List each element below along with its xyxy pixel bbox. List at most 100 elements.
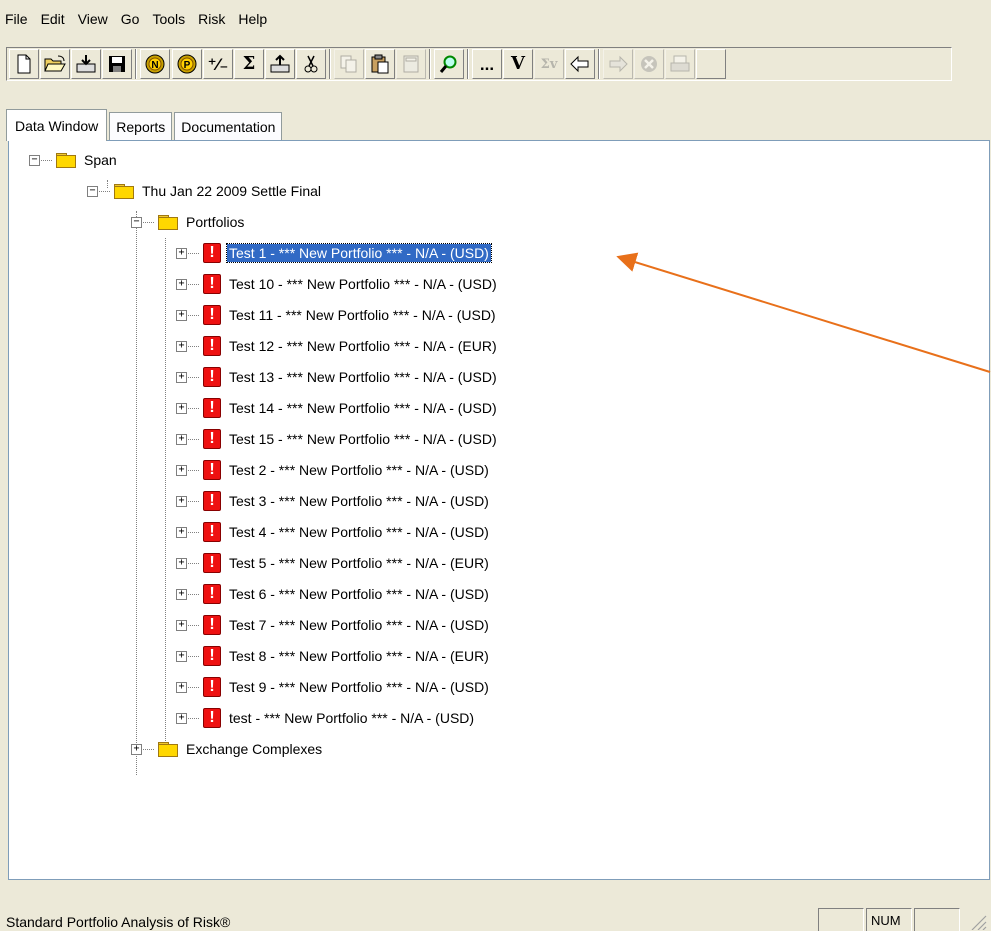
tree-node-label[interactable]: Test 3 - *** New Portfolio *** - N/A - (… (227, 492, 491, 510)
menu-tools[interactable]: Tools (146, 11, 192, 27)
tree-node-label[interactable]: test - *** New Portfolio *** - N/A - (US… (227, 709, 476, 727)
menu-risk[interactable]: Risk (192, 11, 232, 27)
expand-icon[interactable]: + (176, 526, 187, 538)
tree-node-portfolio[interactable]: +! Test 6 - *** New Portfolio *** - N/A -… (176, 583, 491, 605)
tree-node-label[interactable]: Test 6 - *** New Portfolio *** - N/A - (… (227, 585, 491, 603)
expand-icon[interactable]: + (176, 340, 187, 352)
tree-node-label[interactable]: Test 12 - *** New Portfolio *** - N/A - … (227, 337, 499, 355)
cut-button[interactable] (296, 49, 326, 79)
stop-icon (641, 56, 657, 72)
tree-node-settlement[interactable]: − Thu Jan 22 2009 Settle Final (87, 180, 323, 202)
tab-data-window[interactable]: Data Window (6, 109, 108, 141)
resize-grip-icon[interactable] (970, 914, 988, 930)
tree-node-portfolio[interactable]: +! Test 13 - *** New Portfolio *** - N/A … (176, 366, 499, 388)
tree-node-label[interactable]: Portfolios (184, 213, 246, 231)
tree-connector (188, 624, 199, 626)
tree-node-span[interactable]: − Span (29, 149, 119, 171)
tree-view[interactable]: − Span − Thu Jan 22 2009 Settle Final − Portf… (8, 140, 990, 880)
folder-icon (114, 184, 134, 199)
paste-button[interactable] (365, 49, 395, 79)
stop-button[interactable] (634, 49, 664, 79)
expand-icon[interactable]: + (176, 712, 187, 724)
search-button[interactable] (434, 49, 464, 79)
tree-node-portfolio[interactable]: +! Test 9 - *** New Portfolio *** - N/A -… (176, 676, 491, 698)
tree-node-label[interactable]: Test 13 - *** New Portfolio *** - N/A - … (227, 368, 499, 386)
n-coin-button[interactable]: N (140, 49, 170, 79)
sigma-button[interactable]: Σ (234, 49, 264, 79)
v-button[interactable]: V (503, 49, 533, 79)
tree-node-label-selected[interactable]: Test 1 - *** New Portfolio *** - N/A - (… (226, 243, 492, 263)
menu-go[interactable]: Go (115, 11, 147, 27)
ellipsis-button[interactable]: ... (472, 49, 502, 79)
tree-node-portfolio[interactable]: +! Test 1 - *** New Portfolio *** - N/A -… (176, 242, 492, 264)
tree-node-label[interactable]: Test 4 - *** New Portfolio *** - N/A - (… (227, 523, 491, 541)
tree-connector (188, 283, 199, 285)
export-button[interactable] (265, 49, 295, 79)
expand-icon[interactable]: + (176, 402, 187, 414)
p-coin-button[interactable]: P (172, 49, 202, 79)
collapse-icon[interactable]: − (87, 185, 98, 197)
tree-node-portfolio[interactable]: +! Test 8 - *** New Portfolio *** - N/A -… (176, 645, 491, 667)
expand-icon[interactable]: + (176, 588, 187, 600)
tree-node-label[interactable]: Test 10 - *** New Portfolio *** - N/A - … (227, 275, 499, 293)
expand-icon[interactable]: + (176, 247, 187, 259)
save-button[interactable] (102, 49, 132, 79)
print-button[interactable] (665, 49, 695, 79)
tree-node-label[interactable]: Test 9 - *** New Portfolio *** - N/A - (… (227, 678, 491, 696)
tree-node-label[interactable]: Thu Jan 22 2009 Settle Final (140, 182, 323, 200)
tree-node-label[interactable]: Test 2 - *** New Portfolio *** - N/A - (… (227, 461, 491, 479)
expand-icon[interactable]: + (176, 464, 187, 476)
tree-node-portfolio[interactable]: +! Test 3 - *** New Portfolio *** - N/A -… (176, 490, 491, 512)
tree-node-label[interactable]: Test 11 - *** New Portfolio *** - N/A - … (227, 306, 498, 324)
tree-node-portfolio[interactable]: +! Test 15 - *** New Portfolio *** - N/A … (176, 428, 499, 450)
collapse-icon[interactable]: − (29, 154, 40, 166)
percent-button[interactable]: ⁺⁄₋ (203, 49, 233, 79)
tree-node-portfolio[interactable]: +! Test 12 - *** New Portfolio *** - N/A … (176, 335, 499, 357)
menu-edit[interactable]: Edit (35, 11, 72, 27)
expand-icon[interactable]: + (176, 681, 187, 693)
toolbar-blank-button[interactable] (696, 49, 726, 79)
tree-node-portfolio[interactable]: +! Test 7 - *** New Portfolio *** - N/A -… (176, 614, 491, 636)
expand-icon[interactable]: + (176, 619, 187, 631)
expand-icon[interactable]: + (176, 278, 187, 290)
tree-node-portfolios[interactable]: − Portfolios (131, 211, 246, 233)
collapse-icon[interactable]: − (131, 216, 142, 228)
export-icon (270, 54, 290, 73)
tree-node-label[interactable]: Test 5 - *** New Portfolio *** - N/A - (… (227, 554, 491, 572)
tree-node-label[interactable]: Test 7 - *** New Portfolio *** - N/A - (… (227, 616, 491, 634)
expand-icon[interactable]: + (176, 650, 187, 662)
tree-node-exchange-complexes[interactable]: + Exchange Complexes (131, 738, 324, 760)
tab-documentation[interactable]: Documentation (174, 112, 283, 140)
expand-icon[interactable]: + (176, 495, 187, 507)
tree-node-portfolio[interactable]: +! test - *** New Portfolio *** - N/A - (… (176, 707, 476, 729)
calculator-button[interactable] (396, 49, 426, 79)
tree-node-portfolio[interactable]: +! Test 10 - *** New Portfolio *** - N/A … (176, 273, 499, 295)
tree-node-portfolio[interactable]: +! Test 5 - *** New Portfolio *** - N/A -… (176, 552, 491, 574)
tree-node-label[interactable]: Exchange Complexes (184, 740, 324, 758)
back-button[interactable] (565, 49, 595, 79)
tab-reports[interactable]: Reports (109, 112, 173, 140)
tree-node-label[interactable]: Test 15 - *** New Portfolio *** - N/A - … (227, 430, 499, 448)
tree-node-label[interactable]: Span (82, 151, 119, 169)
expand-icon[interactable]: + (176, 433, 187, 445)
forward-button[interactable] (603, 49, 633, 79)
import-button[interactable] (71, 49, 101, 79)
menu-help[interactable]: Help (232, 11, 274, 27)
expand-icon[interactable]: + (176, 309, 187, 321)
tree-node-portfolio[interactable]: +! Test 2 - *** New Portfolio *** - N/A -… (176, 459, 491, 481)
expand-icon[interactable]: + (176, 371, 187, 383)
menu-file[interactable]: File (0, 11, 35, 27)
menu-view[interactable]: View (72, 11, 115, 27)
open-button[interactable] (40, 49, 70, 79)
expand-icon[interactable]: + (176, 557, 187, 569)
tree-node-portfolio[interactable]: +! Test 4 - *** New Portfolio *** - N/A -… (176, 521, 491, 543)
alert-icon: ! (203, 243, 221, 263)
sigma-v-button[interactable]: Σv (534, 49, 564, 79)
tree-node-portfolio[interactable]: +! Test 14 - *** New Portfolio *** - N/A … (176, 397, 499, 419)
tree-node-portfolio[interactable]: +! Test 11 - *** New Portfolio *** - N/A … (176, 304, 498, 326)
tree-node-label[interactable]: Test 8 - *** New Portfolio *** - N/A - (… (227, 647, 491, 665)
expand-icon[interactable]: + (131, 743, 142, 755)
new-document-button[interactable] (9, 49, 39, 79)
tree-node-label[interactable]: Test 14 - *** New Portfolio *** - N/A - … (227, 399, 499, 417)
copy-button[interactable] (334, 49, 364, 79)
